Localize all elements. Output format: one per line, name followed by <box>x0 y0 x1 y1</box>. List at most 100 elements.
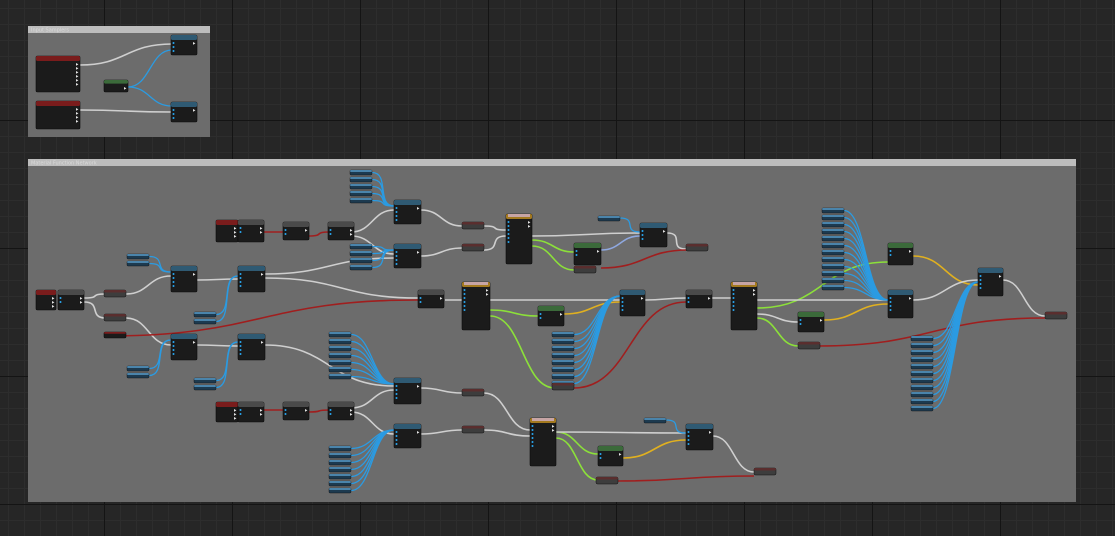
parameter-node[interactable] <box>328 445 352 452</box>
input-pin[interactable] <box>889 309 892 311</box>
input-pin[interactable] <box>172 277 175 279</box>
input-pin[interactable] <box>59 301 62 303</box>
input-pin[interactable] <box>621 309 624 311</box>
reroute-node[interactable] <box>797 341 821 350</box>
input-pin[interactable] <box>599 453 602 455</box>
reroute-node[interactable] <box>573 265 597 274</box>
input-pin[interactable] <box>172 285 175 287</box>
parameter-node[interactable] <box>821 221 845 228</box>
input-pin[interactable] <box>979 287 982 289</box>
parameter-node[interactable] <box>349 176 373 183</box>
input-pin[interactable] <box>329 233 332 235</box>
function-call-node[interactable] <box>327 221 355 241</box>
input-pin[interactable] <box>531 429 534 431</box>
input-pin[interactable] <box>687 431 690 433</box>
parameter-node[interactable] <box>328 373 352 380</box>
input-pin[interactable] <box>463 309 466 311</box>
input-pin[interactable] <box>395 207 398 209</box>
input-pin[interactable] <box>641 234 644 236</box>
function-call-node[interactable] <box>57 289 85 311</box>
input-pin[interactable] <box>539 313 542 315</box>
reroute-node[interactable] <box>1044 311 1068 320</box>
parameter-node[interactable] <box>328 452 352 459</box>
reroute-node[interactable] <box>685 243 709 252</box>
input-pin[interactable] <box>507 221 510 223</box>
parameter-node[interactable] <box>910 391 934 398</box>
input-pin[interactable] <box>172 50 175 52</box>
parameter-node[interactable] <box>821 242 845 249</box>
parameter-node[interactable] <box>349 243 373 250</box>
input-pin[interactable] <box>395 435 398 437</box>
parameter-node[interactable] <box>821 270 845 277</box>
input-pin[interactable] <box>463 297 466 299</box>
input-pin[interactable] <box>395 259 398 261</box>
parameter-node[interactable] <box>328 480 352 487</box>
parameter-node[interactable] <box>910 405 934 412</box>
input-pin[interactable] <box>889 250 892 252</box>
reroute-node[interactable] <box>461 221 485 230</box>
material-attributes-node[interactable] <box>730 281 758 331</box>
parameter-node[interactable] <box>349 190 373 197</box>
parameter-node[interactable] <box>910 398 934 405</box>
input-pin[interactable] <box>531 437 534 439</box>
input-pin[interactable] <box>463 293 466 295</box>
input-pin[interactable] <box>889 301 892 303</box>
constant-node[interactable] <box>103 79 129 93</box>
input-pin[interactable] <box>395 211 398 213</box>
input-pin[interactable] <box>687 297 690 299</box>
input-pin[interactable] <box>395 393 398 395</box>
parameter-node[interactable] <box>328 459 352 466</box>
reroute-node[interactable] <box>461 388 485 397</box>
input-pin[interactable] <box>799 323 802 325</box>
function-call-node[interactable] <box>977 267 1004 297</box>
input-pin[interactable] <box>531 425 534 427</box>
input-pin[interactable] <box>284 229 287 231</box>
input-pin[interactable] <box>889 305 892 307</box>
parameter-node[interactable] <box>821 263 845 270</box>
input-pin[interactable] <box>395 389 398 391</box>
input-pin[interactable] <box>239 341 242 343</box>
parameter-node[interactable] <box>551 338 575 345</box>
function-call-node[interactable] <box>282 221 310 241</box>
parameter-node[interactable] <box>328 359 352 366</box>
parameter-node[interactable] <box>349 169 373 176</box>
constant-node[interactable] <box>797 311 825 333</box>
parameter-node[interactable] <box>349 183 373 190</box>
input-pin[interactable] <box>507 241 510 243</box>
input-pin[interactable] <box>732 305 735 307</box>
texture-sample-node[interactable] <box>35 289 57 311</box>
input-pin[interactable] <box>395 439 398 441</box>
input-pin[interactable] <box>172 273 175 275</box>
parameter-node[interactable] <box>349 197 373 204</box>
parameter-node[interactable] <box>821 284 845 291</box>
function-call-node[interactable] <box>887 289 914 319</box>
constant-node[interactable] <box>537 305 565 327</box>
parameter-node[interactable] <box>551 352 575 359</box>
reroute-node[interactable] <box>103 289 127 298</box>
material-attributes-node[interactable] <box>505 213 533 265</box>
parameter-node[interactable] <box>821 228 845 235</box>
input-pin[interactable] <box>239 273 242 275</box>
function-call-node[interactable] <box>393 377 422 405</box>
function-call-node[interactable] <box>393 423 422 449</box>
reroute-node[interactable] <box>103 331 127 339</box>
function-call-node[interactable] <box>282 401 310 421</box>
parameter-node[interactable] <box>126 253 150 260</box>
function-call-node[interactable] <box>170 265 198 293</box>
input-pin[interactable] <box>395 219 398 221</box>
parameter-node[interactable] <box>328 331 352 338</box>
parameter-node[interactable] <box>328 466 352 473</box>
input-pin[interactable] <box>979 279 982 281</box>
input-pin[interactable] <box>59 297 62 299</box>
parameter-node[interactable] <box>910 356 934 363</box>
parameter-node[interactable] <box>328 352 352 359</box>
parameter-node[interactable] <box>193 377 217 384</box>
input-pin[interactable] <box>463 301 466 303</box>
input-pin[interactable] <box>732 289 735 291</box>
input-pin[interactable] <box>732 297 735 299</box>
constant-node[interactable] <box>887 242 914 266</box>
function-call-node[interactable] <box>237 265 266 293</box>
input-pin[interactable] <box>621 305 624 307</box>
input-pin[interactable] <box>687 443 690 445</box>
parameter-node[interactable] <box>328 487 352 494</box>
